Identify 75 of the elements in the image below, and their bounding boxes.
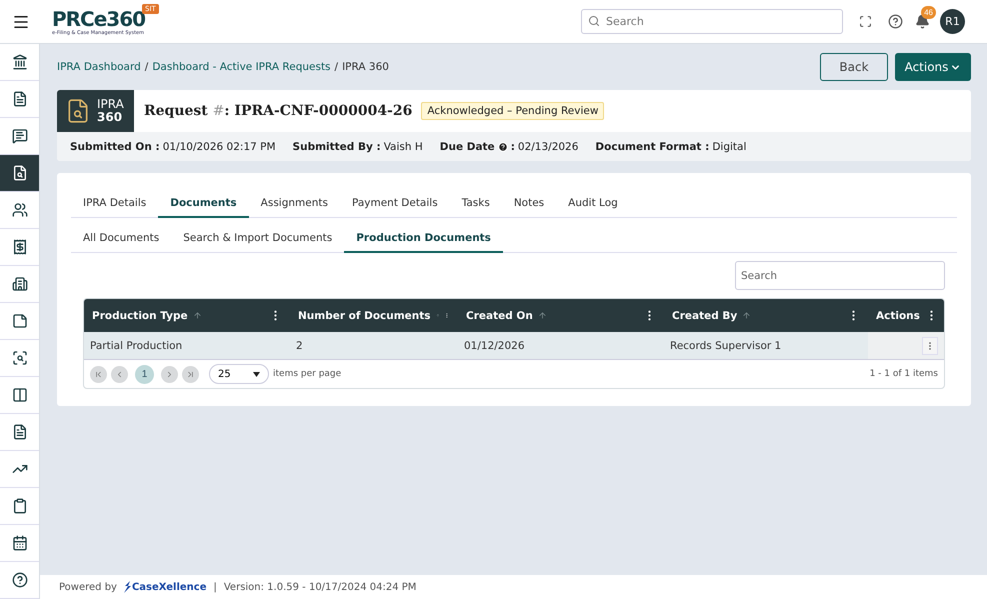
sort-icon — [192, 311, 202, 320]
status-badge: Acknowledged – Pending Review — [421, 102, 604, 120]
tab[interactable]: Documents — [158, 187, 249, 218]
back-button[interactable]: Back — [820, 53, 888, 81]
help-button[interactable] — [888, 14, 903, 29]
table-cell-text: Records Supervisor 1 — [669, 338, 782, 354]
tab[interactable]: IPRA Details — [71, 187, 158, 218]
meta-field: Submitted By : Vaish H — [292, 140, 423, 152]
page-size-dropdown[interactable]: 25 — [209, 364, 269, 384]
building-icon — [12, 276, 28, 292]
next-icon — [165, 370, 174, 378]
previous-icon — [115, 370, 124, 378]
column-header[interactable]: Actions — [868, 299, 944, 332]
fullscreen-button[interactable] — [859, 15, 872, 28]
help-icon — [12, 572, 28, 588]
last-icon — [186, 370, 195, 378]
note-icon — [12, 313, 28, 329]
footer-separator: | — [213, 582, 217, 592]
document-icon — [12, 91, 28, 107]
first-icon — [94, 370, 103, 378]
powered-by-text: Powered by — [59, 582, 117, 592]
help-icon — [498, 142, 508, 152]
clipboard-icon — [12, 498, 28, 514]
column-header[interactable]: Number of Documents — [290, 299, 458, 332]
sort-icon — [538, 311, 547, 320]
bank-icon — [12, 54, 28, 70]
meta-field: Submitted On : 01/10/2026 02:17 PM — [70, 140, 276, 152]
users-icon — [12, 202, 28, 218]
page-size-label: items per page — [273, 369, 342, 379]
subtab[interactable]: Search & Import Documents — [171, 218, 344, 253]
sidebar-item[interactable] — [0, 155, 39, 192]
pager-summary: 1 - 1 of 1 items — [870, 369, 938, 379]
first-page-button[interactable] — [90, 366, 107, 382]
breadcrumb-link[interactable]: Dashboard - Active IPRA Requests — [152, 61, 331, 73]
version-text: Version: 1.0.59 - 10/17/2024 04:24 PM — [224, 582, 416, 592]
request-title: Request #: IPRA-CNF-0000004-26 — [144, 103, 412, 119]
last-page-button[interactable] — [182, 366, 199, 382]
columns-icon — [12, 387, 28, 403]
breadcrumb-current: IPRA 360 — [342, 61, 389, 73]
table-cell-text: 2 — [295, 338, 304, 354]
caret-icon — [253, 372, 260, 376]
tab[interactable]: Audit Log — [556, 187, 630, 218]
file-search-icon — [12, 165, 28, 181]
subtab[interactable]: Production Documents — [344, 218, 503, 253]
bell-icon — [915, 14, 930, 29]
ipra-360-badge: IPRA 360 — [57, 90, 134, 132]
receipt-icon — [12, 239, 28, 255]
table-cell-text: Partial Production — [89, 338, 184, 354]
notification-badge: 46 — [921, 6, 936, 19]
search-field[interactable]: Search — [581, 9, 843, 34]
document-icon — [12, 424, 28, 440]
subtab[interactable]: All Documents — [71, 218, 172, 253]
actions-button[interactable]: Actions — [895, 53, 971, 81]
tab[interactable]: Notes — [502, 187, 556, 218]
tab[interactable]: Payment Details — [340, 187, 450, 218]
message-icon — [12, 128, 28, 144]
calendar-icon — [12, 535, 28, 551]
column-header[interactable]: Production Type — [84, 299, 290, 332]
breadcrumb-link[interactable]: IPRA Dashboard — [57, 61, 141, 73]
table-cell-text: 01/12/2026 — [463, 338, 526, 354]
meta-field: Due Date : 02/13/2026 — [440, 140, 578, 152]
breadcrumb-separator: / — [334, 61, 338, 73]
scan-search-icon — [12, 350, 28, 366]
tab[interactable]: Tasks — [450, 187, 502, 218]
meta-field: Document Format : Digital — [595, 140, 746, 152]
column-header[interactable]: Created By — [664, 299, 868, 332]
search-icon — [588, 15, 600, 27]
sort-icon — [742, 311, 752, 320]
brand-logo: CaseXellence — [124, 581, 206, 593]
user-avatar[interactable]: R1 — [940, 9, 965, 34]
column-header[interactable]: Created On — [458, 299, 664, 332]
grid-search-field[interactable]: Search — [735, 261, 945, 290]
breadcrumb-separator: / — [144, 61, 148, 73]
page-button[interactable]: 1 — [135, 364, 154, 384]
tab[interactable]: Assignments — [248, 187, 340, 218]
